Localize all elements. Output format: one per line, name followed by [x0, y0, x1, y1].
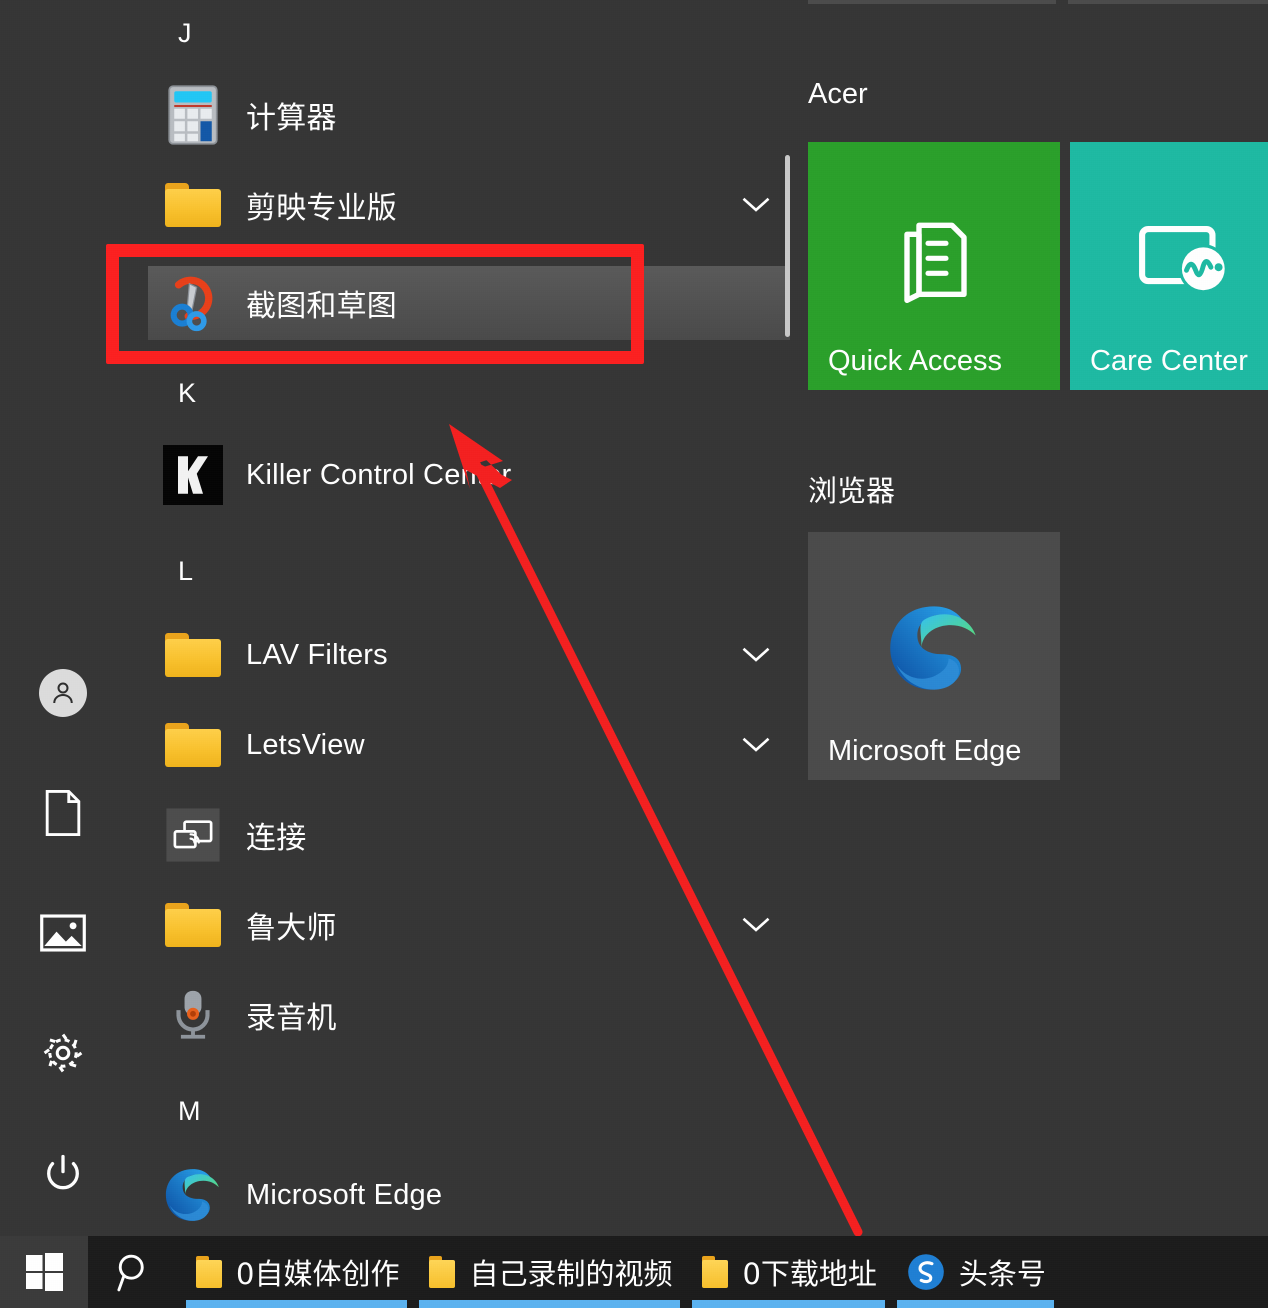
folder-icon: [162, 174, 224, 236]
folder-icon: [196, 1256, 222, 1288]
chevron-down-icon[interactable]: [741, 736, 771, 754]
taskbar-item-0[interactable]: 0自媒体创作: [180, 1236, 413, 1308]
taskbar-item-label: 自己录制的视频: [469, 1251, 672, 1293]
app-label: 鲁大师: [246, 903, 337, 947]
app-item-killer-control-center[interactable]: Killer Control Center: [148, 438, 796, 512]
tile-group-title-acer[interactable]: Acer: [808, 78, 868, 111]
app-label: 录音机: [246, 993, 337, 1037]
folder-icon: [429, 1256, 455, 1288]
edge-icon: [162, 1164, 224, 1226]
rail-item-settings[interactable]: [32, 1022, 94, 1084]
folder-icon: [162, 714, 224, 776]
windows-start-button[interactable]: [0, 1236, 88, 1308]
chevron-down-icon[interactable]: [741, 916, 771, 934]
letter-header-l[interactable]: L: [178, 558, 193, 585]
taskbar-active-indicator: [419, 1300, 680, 1308]
app-item-snip-and-sketch[interactable]: 截图和草图: [148, 266, 790, 340]
tile-partial-top-left: [808, 0, 1056, 4]
toutiao-icon: [907, 1253, 945, 1291]
gear-icon: [41, 1031, 85, 1075]
rail-item-power[interactable]: [32, 1142, 94, 1204]
app-item-jianying[interactable]: 剪映专业版: [148, 168, 796, 242]
tile-label: Care Center: [1090, 345, 1248, 378]
snip-sketch-icon: [162, 272, 224, 334]
document-icon: [44, 790, 82, 836]
taskbar-item-1[interactable]: 自己录制的视频: [413, 1236, 686, 1308]
folder-icon: [162, 894, 224, 956]
tiles-panel: Acer Quick Access: [806, 0, 1268, 1236]
tile-group-title-browsers[interactable]: 浏览器: [808, 468, 895, 510]
search-icon: [112, 1250, 156, 1294]
taskbar-active-indicator: [692, 1300, 884, 1308]
tile-care-center[interactable]: Care Center: [1070, 142, 1268, 390]
app-item-calculator[interactable]: 计算器: [148, 78, 796, 152]
app-item-microsoft-edge[interactable]: Microsoft Edge: [148, 1158, 796, 1232]
killer-icon: [162, 444, 224, 506]
tile-microsoft-edge[interactable]: Microsoft Edge: [808, 532, 1060, 780]
app-label: 剪映专业版: [246, 183, 397, 227]
power-icon: [41, 1151, 85, 1195]
picture-icon: [40, 914, 86, 952]
folder-icon: [162, 624, 224, 686]
rail-item-documents[interactable]: [32, 782, 94, 844]
start-menu: J 计算器: [0, 0, 1268, 1236]
app-label: LetsView: [246, 729, 365, 762]
app-label: Killer Control Center: [246, 459, 511, 492]
tile-quick-access[interactable]: Quick Access: [808, 142, 1060, 390]
letter-header-j[interactable]: J: [178, 20, 192, 47]
taskbar: 0自媒体创作 自己录制的视频 0下载地址 头条号: [0, 1236, 1268, 1308]
app-label: 计算器: [246, 93, 337, 137]
app-item-letsview[interactable]: LetsView: [148, 708, 796, 782]
app-item-ludashi[interactable]: 鲁大师: [148, 888, 796, 962]
tile-partial-top-right: [1068, 0, 1268, 4]
app-item-voice-recorder[interactable]: 录音机: [148, 978, 796, 1052]
taskbar-item-2[interactable]: 0下载地址: [686, 1236, 890, 1308]
app-list: J 计算器: [124, 0, 796, 1236]
taskbar-item-3[interactable]: 头条号: [891, 1236, 1060, 1308]
app-label: 连接: [246, 813, 306, 857]
start-menu-rail: [0, 0, 124, 1236]
chevron-down-icon[interactable]: [741, 646, 771, 664]
folder-icon: [702, 1256, 728, 1288]
chevron-down-icon[interactable]: [741, 196, 771, 214]
app-item-connect[interactable]: 连接: [148, 798, 796, 872]
quick-access-icon: [808, 210, 1060, 306]
edge-icon: [808, 598, 1060, 698]
connect-icon: [162, 804, 224, 866]
taskbar-item-label: 头条号: [959, 1251, 1046, 1293]
letter-header-k[interactable]: K: [178, 380, 196, 407]
app-label: LAV Filters: [246, 639, 388, 672]
letter-header-m[interactable]: M: [178, 1098, 201, 1125]
rail-item-user-account[interactable]: [32, 662, 94, 724]
app-list-scrollbar[interactable]: [785, 155, 790, 337]
app-label: 截图和草图: [246, 281, 397, 325]
tile-label: Quick Access: [828, 345, 1002, 378]
windows-logo-icon: [24, 1252, 64, 1292]
microphone-icon: [162, 984, 224, 1046]
taskbar-search-button[interactable]: [88, 1236, 180, 1308]
user-avatar-icon: [39, 669, 87, 717]
screen: J 计算器: [0, 0, 1268, 1308]
taskbar-active-indicator: [186, 1300, 407, 1308]
calculator-icon: [162, 84, 224, 146]
care-center-icon: [1070, 220, 1268, 300]
taskbar-item-label: 0下载地址: [742, 1251, 876, 1293]
taskbar-item-label: 0自媒体创作: [236, 1251, 399, 1293]
app-item-lav-filters[interactable]: LAV Filters: [148, 618, 796, 692]
taskbar-active-indicator: [897, 1300, 1054, 1308]
tile-label: Microsoft Edge: [828, 735, 1021, 768]
app-label: Microsoft Edge: [246, 1179, 442, 1212]
rail-item-pictures[interactable]: [32, 902, 94, 964]
